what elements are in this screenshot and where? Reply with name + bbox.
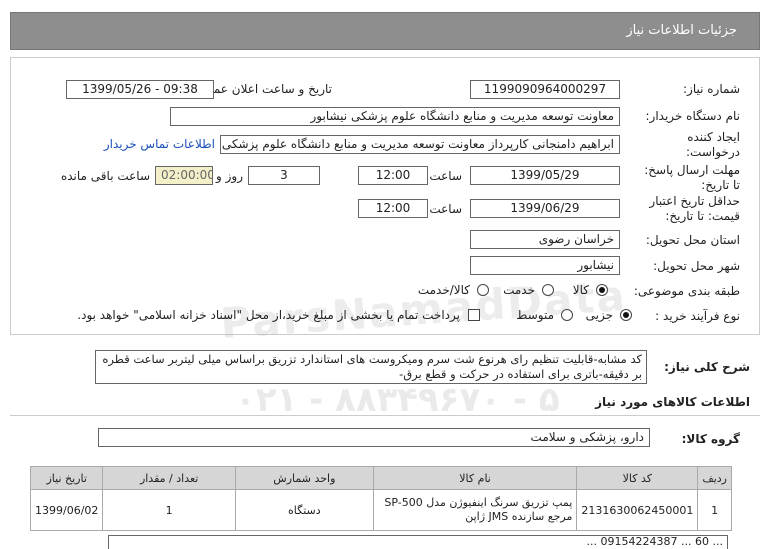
- city-label: شهر محل تحویل:: [653, 259, 740, 273]
- need-number-field[interactable]: 1199090964000297: [470, 80, 620, 99]
- goods-section-title: اطلاعات کالاهای مورد نیاز: [595, 395, 750, 409]
- creator-field[interactable]: ابراهیم دامنجانی کارپرداز معاونت توسعه م…: [220, 135, 620, 154]
- col-row-number: ردیف: [697, 466, 732, 490]
- goods-table: ردیف کد کالا نام کالا واحد شمارش تعداد /…: [29, 466, 732, 531]
- cell-item-name: پمپ تزریق سرنگ اینفیوژن مدل SP-500 مرجع …: [372, 489, 578, 531]
- validity-date-field[interactable]: 1399/06/29: [470, 199, 620, 218]
- validity-label-line1: حداقل تاریخ اعتبار: [649, 194, 740, 208]
- deadline-label-line1: مهلت ارسال پاسخ:: [644, 163, 740, 177]
- cell-need-date: 1399/06/02: [29, 489, 104, 531]
- creator-label-line1: ایجاد کننده: [687, 130, 740, 144]
- validity-time-label: ساعت: [429, 202, 462, 216]
- goods-group-label: گروه کالا:: [681, 432, 740, 446]
- purchase-minor-label: جزیی: [585, 308, 613, 322]
- category-label: طبقه بندی موضوعی:: [633, 284, 740, 298]
- province-label: استان محل تحویل:: [645, 233, 740, 247]
- category-goods-service-label: کالا/خدمت: [417, 283, 470, 297]
- col-quantity: تعداد / مقدار: [102, 466, 236, 490]
- table-row[interactable]: 1 2131630062450001 پمپ تزریق سرنگ اینفیو…: [29, 489, 732, 531]
- deadline-time-label: ساعت: [429, 169, 462, 183]
- cell-unit: دستگاه: [234, 489, 374, 531]
- remaining-timer: 02:00:00: [155, 166, 213, 185]
- cell-item-code: 2131630062450001: [576, 489, 699, 531]
- buyer-label: نام دستگاه خریدار:: [645, 109, 741, 123]
- deadline-time-field[interactable]: 12:00: [358, 166, 428, 185]
- validity-label-line2: قیمت: تا تاریخ:: [665, 209, 740, 223]
- col-need-date: تاریخ نیاز: [29, 466, 104, 490]
- category-goods-radio[interactable]: [596, 284, 608, 296]
- purchase-medium-radio[interactable]: [561, 309, 573, 321]
- buyer-contact-link[interactable]: اطلاعات تماس خریدار: [104, 137, 215, 151]
- days-remaining-field[interactable]: 3: [248, 166, 320, 185]
- days-label: روز و: [216, 169, 243, 183]
- purchase-medium-label: متوسط: [516, 308, 554, 322]
- buyer-field[interactable]: معاونت توسعه مدیریت و منابع دانشگاه علوم…: [170, 107, 620, 126]
- validity-time-field[interactable]: 12:00: [358, 199, 428, 218]
- need-number-label: شماره نیاز:: [683, 82, 740, 96]
- goods-table-header: ردیف کد کالا نام کالا واحد شمارش تعداد /…: [29, 466, 732, 490]
- category-service-radio[interactable]: [542, 284, 554, 296]
- section-divider: [10, 415, 760, 416]
- purchase-type-label: نوع فرآیند خرید :: [655, 309, 740, 323]
- treasury-payment-checkbox[interactable]: [468, 309, 480, 321]
- deadline-date-field[interactable]: 1399/05/29: [470, 166, 620, 185]
- col-unit: واحد شمارش: [234, 466, 374, 490]
- category-goods-label: کالا: [572, 283, 589, 297]
- page-title: جزئیات اطلاعات نیاز: [626, 23, 737, 38]
- watermark-phone: ۰۲۱ - ۸۸۳۴۹۶۷۰ - ۵: [235, 380, 560, 420]
- city-field[interactable]: نیشابور: [470, 256, 620, 275]
- category-service-label: خدمت: [503, 283, 535, 297]
- category-goods-service-radio[interactable]: [477, 284, 489, 296]
- page-header: جزئیات اطلاعات نیاز: [10, 12, 760, 50]
- goods-group-field[interactable]: دارو، پزشکی و سلامت: [98, 428, 650, 447]
- remaining-label: ساعت باقی مانده: [60, 169, 150, 183]
- col-item-name: نام کالا: [372, 466, 578, 490]
- province-field[interactable]: خراسان رضوی: [470, 230, 620, 249]
- treasury-payment-note: پرداخت تمام یا بخشی از مبلغ خرید،از محل …: [77, 308, 460, 322]
- deadline-label-line2: تا تاریخ:: [701, 178, 740, 192]
- cell-row-number: 1: [697, 489, 732, 531]
- cell-quantity: 1: [102, 489, 236, 531]
- creator-label-line2: درخواست:: [686, 145, 740, 159]
- description-text: کد مشابه-قابلیت تنظیم رای هرنوع شت سرم و…: [95, 350, 647, 384]
- buyer-notes-box: ... 60 ... 09154224387 ...: [108, 535, 728, 549]
- col-item-code: کد کالا: [576, 466, 699, 490]
- description-label: شرح کلی نیاز:: [664, 360, 750, 374]
- announce-datetime-field[interactable]: 1399/05/26 - 09:38: [66, 80, 214, 99]
- purchase-minor-radio[interactable]: [620, 309, 632, 321]
